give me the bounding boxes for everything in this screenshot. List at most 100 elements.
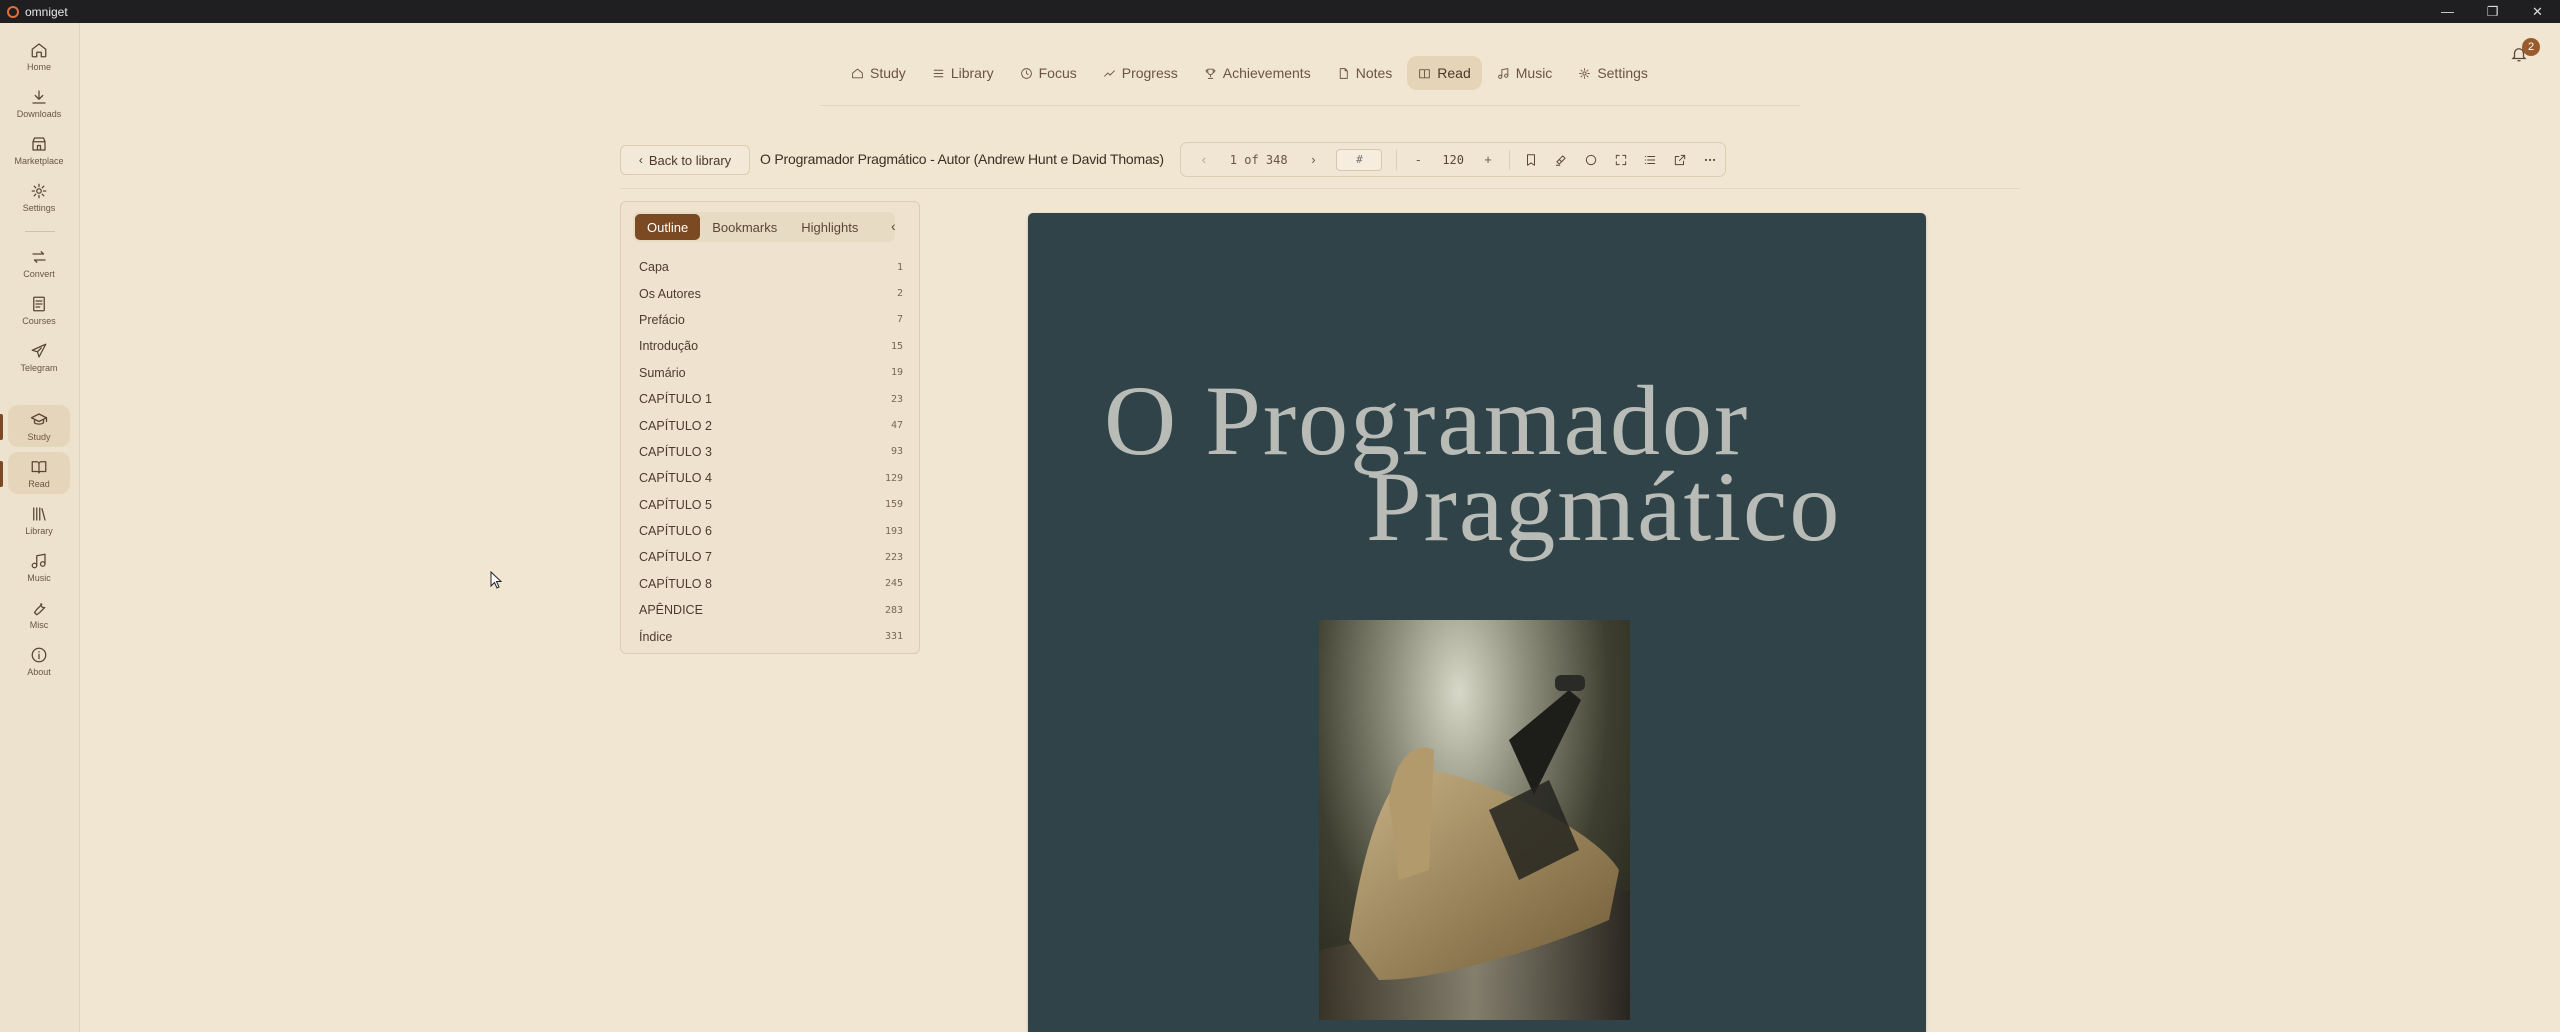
outline-item[interactable]: CAPÍTULO 1 23 — [639, 386, 903, 412]
nav-divider — [820, 105, 1800, 106]
collapse-panel-button[interactable]: ‹ — [891, 218, 896, 234]
outline-item[interactable]: Capa 1 — [639, 254, 903, 280]
book-open-icon — [31, 460, 47, 474]
clock-icon — [1020, 67, 1032, 79]
sidebar-item-label: Study — [27, 431, 51, 442]
sidebar-item-music[interactable]: Music — [8, 546, 70, 588]
sidebar-item-courses[interactable]: Courses — [8, 289, 70, 331]
outline-item[interactable]: CAPÍTULO 5 159 — [639, 492, 903, 518]
outline-item[interactable]: CAPÍTULO 7 223 — [639, 544, 903, 570]
tab-progress[interactable]: Progress — [1092, 56, 1189, 90]
list-icon — [933, 69, 944, 77]
sidebar-item-convert[interactable]: Convert — [8, 242, 70, 284]
reader-header-divider — [620, 188, 2020, 189]
outline-item[interactable]: CAPÍTULO 4 129 — [639, 465, 903, 491]
outline-item[interactable]: Índice 331 — [639, 623, 903, 649]
music-icon — [1497, 67, 1509, 79]
tab-highlights[interactable]: Highlights — [789, 214, 870, 240]
sidebar-item-label: Courses — [22, 315, 56, 326]
sidebar-item-label: About — [27, 666, 51, 677]
sidebar-item-library[interactable]: Library — [8, 499, 70, 541]
sidebar-item-label: Read — [28, 478, 50, 489]
theme-toggle-button[interactable] — [1576, 146, 1606, 174]
more-options-button[interactable] — [1695, 146, 1725, 174]
fullscreen-icon — [1615, 154, 1626, 165]
info-icon — [31, 647, 47, 662]
sidebar-item-telegram[interactable]: Telegram — [8, 336, 70, 378]
sidebar-item-misc[interactable]: Misc — [8, 593, 70, 635]
minimize-icon[interactable]: — — [2425, 0, 2470, 23]
sidebar-item-label: Home — [26, 61, 51, 72]
tab-achievements[interactable]: Achievements — [1193, 56, 1322, 90]
tab-focus[interactable]: Focus — [1009, 56, 1088, 90]
sidebar-item-home[interactable]: Home — [8, 35, 70, 77]
sidebar-divider — [25, 231, 55, 232]
note-icon — [1339, 67, 1348, 79]
outline-item[interactable]: CAPÍTULO 2 47 — [639, 412, 903, 438]
sidebar-item-marketplace[interactable]: Marketplace — [8, 129, 70, 171]
outline-item[interactable]: CAPÍTULO 6 193 — [639, 518, 903, 544]
sidebar-item-label: Telegram — [20, 362, 58, 373]
cover-image — [1319, 620, 1630, 1020]
trend-icon — [1103, 69, 1115, 77]
close-icon[interactable]: ✕ — [2515, 0, 2560, 23]
tab-study[interactable]: Study — [840, 56, 917, 90]
bookmark-button[interactable] — [1516, 146, 1546, 174]
sidebar-item-label: Marketplace — [14, 155, 64, 166]
wrench-icon — [33, 602, 46, 615]
sidebar-item-label: Misc — [29, 619, 49, 630]
book-title: O Programador Pragmático - Autor (Andrew… — [760, 151, 1164, 167]
next-page-button[interactable]: › — [1299, 146, 1329, 174]
bookmark-icon — [1526, 153, 1535, 166]
zoom-in-button[interactable]: + — [1473, 146, 1503, 174]
tab-library[interactable]: Library — [921, 56, 1005, 90]
courses-icon — [33, 296, 45, 311]
list-icon — [1645, 155, 1656, 164]
tab-read[interactable]: Read — [1407, 56, 1482, 90]
zoom-level: 120 — [1442, 152, 1465, 167]
zoom-out-button[interactable]: - — [1403, 146, 1433, 174]
tab-music[interactable]: Music — [1486, 56, 1564, 90]
outline-item[interactable]: Prefácio 7 — [639, 307, 903, 333]
tab-bookmarks[interactable]: Bookmarks — [700, 214, 789, 240]
highlighter-icon — [1555, 154, 1566, 166]
book-page-view: O Programador Pragmático — [1028, 213, 1926, 1032]
sidebar-item-settings[interactable]: Settings — [8, 176, 70, 218]
store-icon — [32, 136, 46, 151]
circle-icon — [1585, 154, 1596, 165]
sidebar-item-read[interactable]: Read — [8, 452, 70, 494]
tab-outline[interactable]: Outline — [635, 214, 701, 240]
toc-button[interactable] — [1635, 146, 1665, 174]
page-number-input[interactable] — [1336, 148, 1383, 171]
outline-item[interactable]: Sumário 19 — [639, 360, 903, 386]
open-external-button[interactable] — [1665, 146, 1695, 174]
gear-icon — [31, 183, 47, 198]
tab-settings[interactable]: Settings — [1567, 56, 1659, 90]
sidebar-item-about[interactable]: About — [8, 640, 70, 682]
sidebar-item-study[interactable]: Study — [8, 405, 70, 447]
top-navigation: Study Library Focus Progress Achievement… — [840, 56, 1659, 90]
convert-icon — [32, 250, 46, 263]
chevron-left-icon: ‹ — [638, 153, 643, 167]
outline-item[interactable]: Os Autores 2 — [639, 280, 903, 306]
outline-item[interactable]: Introdução 15 — [639, 333, 903, 359]
telegram-icon — [31, 343, 47, 358]
sidebar-active-marker — [0, 414, 3, 440]
mouse-cursor-icon — [490, 571, 502, 589]
sidebar-active-marker — [0, 461, 3, 487]
sidebar-item-downloads[interactable]: Downloads — [8, 82, 70, 124]
fullscreen-button[interactable] — [1606, 146, 1636, 174]
restore-icon[interactable]: ❐ — [2470, 0, 2515, 23]
outline-item[interactable]: CAPÍTULO 8 245 — [639, 571, 903, 597]
outline-item[interactable]: APÊNDICE 283 — [639, 597, 903, 623]
book-icon — [1419, 68, 1431, 78]
tab-notes[interactable]: Notes — [1326, 56, 1404, 90]
prev-page-button[interactable]: ‹ — [1189, 146, 1219, 174]
outline-item[interactable]: CAPÍTULO 3 93 — [639, 439, 903, 465]
page-indicator: 1 of 348 — [1229, 152, 1288, 167]
cover-title-line2: Pragmático — [1366, 451, 1842, 562]
back-to-library-button[interactable]: ‹ Back to library — [620, 145, 750, 175]
ellipsis-icon — [1704, 158, 1716, 161]
highlight-button[interactable] — [1546, 146, 1576, 174]
library-icon — [33, 506, 46, 521]
